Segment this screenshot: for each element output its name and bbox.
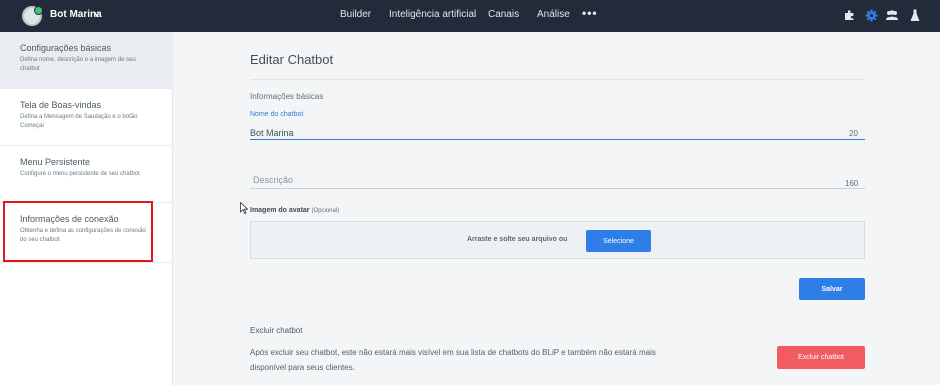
chatbot-name-label: Nome do chatbot [250,111,304,118]
page-title: Editar Chatbot [250,52,334,67]
select-file-button[interactable]: Selecione [586,230,651,252]
nav-channels[interactable]: Canais [488,9,519,20]
bot-avatar[interactable] [22,6,43,26]
avatar-optional-text: (Opcional) [311,208,340,214]
sidebar-item-welcome-screen[interactable]: Tela de Boas-vindas Defina a Mensagem de… [0,89,173,146]
sidebar-item-desc: Defina a Mensagem de Saudação e o botão … [20,114,138,129]
sidebar-item-title: Tela de Boas-vindas [20,100,102,110]
puzzle-icon[interactable] [843,8,857,22]
sidebar-item-persistent-menu[interactable]: Menu Persistente Configure o menu persis… [0,146,173,203]
flask-icon[interactable] [908,8,922,22]
description-input[interactable] [250,169,865,189]
description-char-counter: 160 [845,179,859,188]
team-icon[interactable] [885,8,899,22]
sidebar-item-title: Configurações básicas [20,43,112,53]
save-button[interactable]: Salvar [799,278,865,300]
sidebar-item-desc: Defina nome, descrição e a imagem de seu… [20,57,136,72]
delete-section-title: Excluir chatbot [250,326,303,335]
nav-ai[interactable]: Inteligência artificial [389,9,476,20]
sidebar-item-title: Menu Persistente [20,157,91,167]
more-icon[interactable]: ••• [582,6,598,20]
avatar-label: Imagem do avatar (Opcional) [250,207,339,214]
delete-description: Após excluir seu chatbot, este não estar… [250,348,656,372]
delete-chatbot-button[interactable]: Excluir chatbot [777,346,865,369]
nav-builder[interactable]: Builder [340,9,371,20]
mouse-cursor-icon [240,201,249,219]
highlight-annotation [3,201,153,262]
chatbot-name-input[interactable] [250,120,865,140]
divider [250,79,865,80]
chevron-down-icon[interactable]: ∨ [94,10,100,19]
nav-analytics[interactable]: Análise [537,9,570,20]
avatar-dropzone[interactable]: Arraste e solte seu arquivo ou Selecione [250,221,865,259]
name-char-counter: 20 [849,129,858,138]
gear-icon[interactable] [864,8,878,22]
section-heading: Informações básicas [250,92,324,101]
sidebar-item-basic-settings[interactable]: Configurações básicas Defina nome, descr… [0,32,173,89]
dropzone-text: Arraste e solte seu arquivo ou [467,236,568,243]
top-navbar: Bot Marina ∨ Builder Inteligência artifi… [0,0,940,32]
sidebar-item-desc: Configure o menu persistente de seu chat… [20,171,140,177]
avatar-label-text: Imagem do avatar [250,207,310,214]
